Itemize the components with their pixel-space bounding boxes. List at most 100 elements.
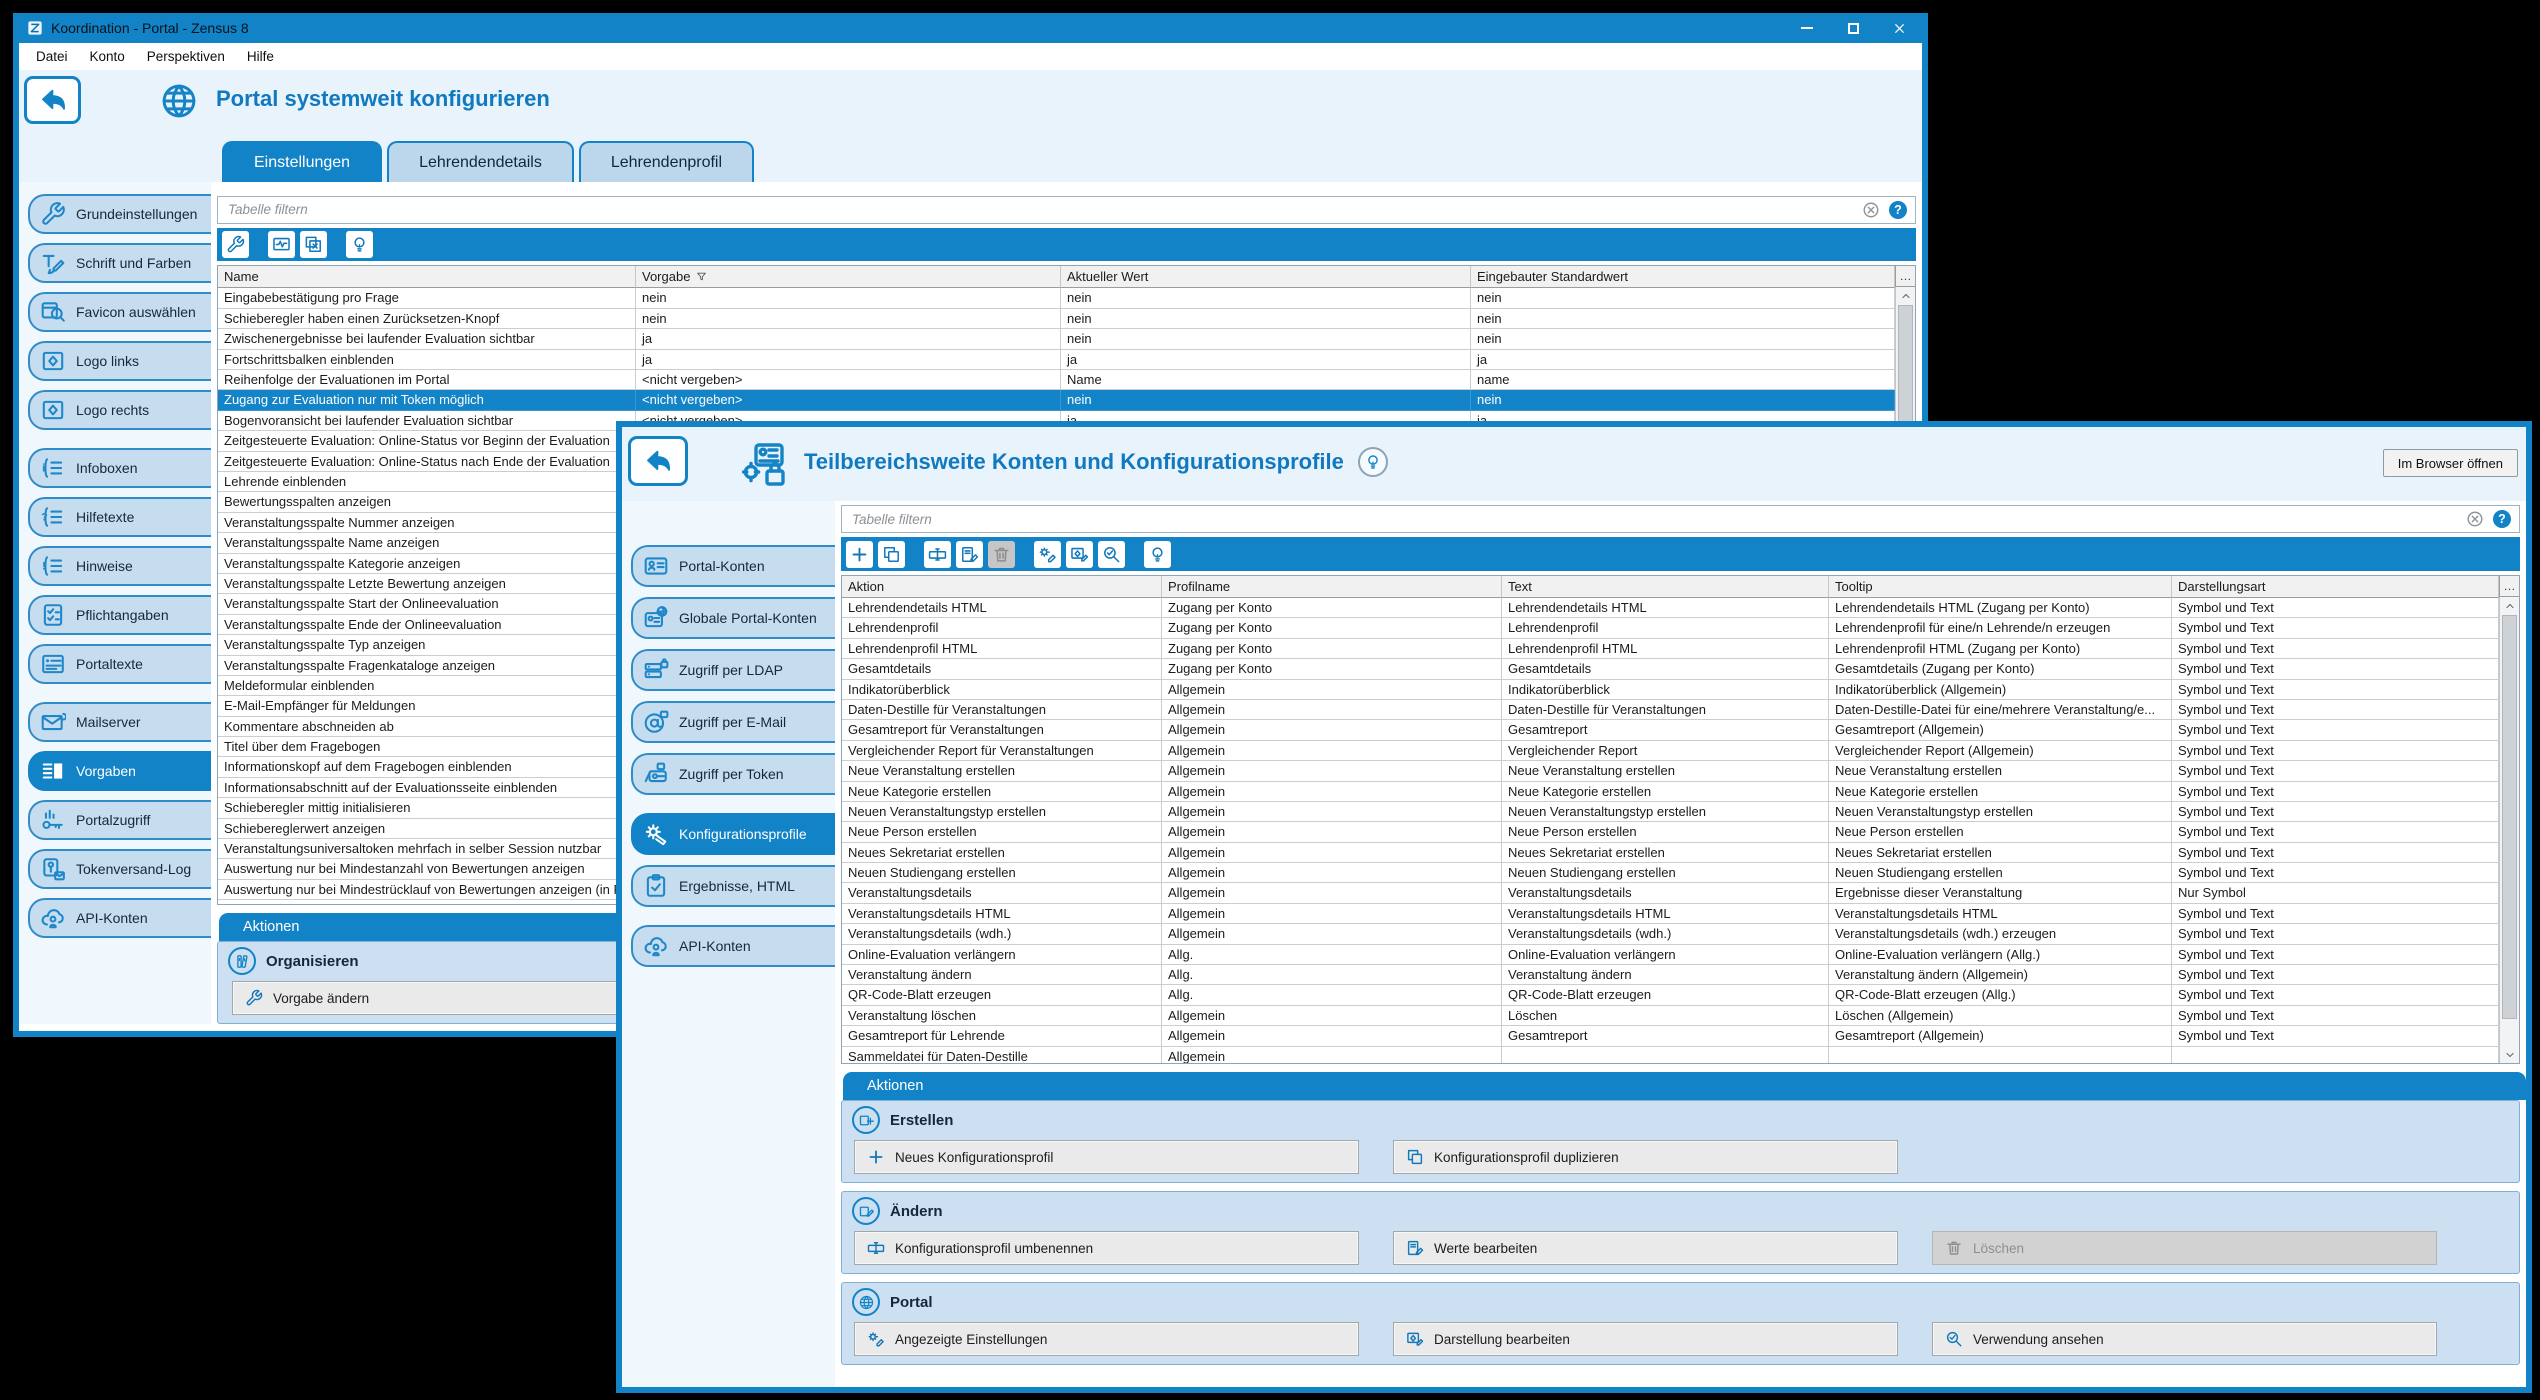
rename-configprofile-button[interactable]: Konfigurationsprofil umbenennen bbox=[854, 1231, 1359, 1265]
maximize-button[interactable] bbox=[1830, 13, 1876, 43]
column-header[interactable]: Name bbox=[218, 266, 636, 288]
help-bulb-icon[interactable] bbox=[1358, 447, 1388, 477]
table-row[interactable]: Veranstaltung ändern Allg. Veranstaltung… bbox=[842, 965, 2499, 985]
reset-values-button[interactable] bbox=[300, 231, 327, 258]
table-row[interactable]: Zwischenergebnisse bei laufender Evaluat… bbox=[218, 329, 1895, 349]
help-bulb-button[interactable] bbox=[1144, 541, 1171, 568]
table-row[interactable]: Neue Kategorie erstellen Allgemein Neue … bbox=[842, 782, 2499, 802]
sidebar-item-mailserver[interactable]: Mailserver bbox=[28, 702, 211, 742]
column-options-button[interactable]: … bbox=[1895, 266, 1915, 287]
tab[interactable]: Lehrendenprofil bbox=[579, 141, 754, 182]
menu-item[interactable]: Datei bbox=[25, 46, 79, 67]
duplicate-configprofile-button[interactable]: Konfigurationsprofil duplizieren bbox=[1393, 1140, 1898, 1174]
table-row[interactable]: Neue Person erstellen Allgemein Neue Per… bbox=[842, 822, 2499, 842]
edit-presentation-button[interactable] bbox=[1066, 541, 1093, 568]
vertical-scrollbar[interactable] bbox=[2499, 597, 2519, 1063]
column-header[interactable]: Aktueller Wert bbox=[1061, 266, 1471, 288]
new-configprofile-button[interactable]: Neues Konfigurationsprofil bbox=[854, 1140, 1359, 1174]
open-in-browser-button[interactable]: Im Browser öffnen bbox=[2383, 449, 2518, 477]
menu-item[interactable]: Konto bbox=[79, 46, 136, 67]
table-row[interactable]: Eingabebestätigung pro Frage nein nein n… bbox=[218, 288, 1895, 308]
clear-filter-icon[interactable] bbox=[1862, 201, 1880, 219]
sidebar-item-portal-konten[interactable]: Portal-Konten bbox=[631, 545, 835, 587]
sidebar-item-favicon[interactable]: Favicon auswählen bbox=[28, 292, 211, 332]
sidebar-item-infoboxen[interactable]: Infoboxen bbox=[28, 448, 211, 488]
menu-item[interactable]: Perspektiven bbox=[136, 46, 236, 67]
table-row[interactable]: Lehrendenprofil Zugang per Konto Lehrend… bbox=[842, 618, 2499, 638]
column-header[interactable]: Profilname bbox=[1162, 576, 1502, 598]
sidebar-item-logo-rechts[interactable]: Logo rechts bbox=[28, 390, 211, 430]
edit-presentation-action-button[interactable]: Darstellung bearbeiten bbox=[1393, 1322, 1898, 1356]
sidebar-item-portaltexte[interactable]: Portaltexte bbox=[28, 644, 211, 684]
table-row[interactable]: Sammeldatei für Daten-Destille Allgemein bbox=[842, 1047, 2499, 1064]
back-button[interactable] bbox=[628, 436, 688, 486]
column-header[interactable]: Aktion bbox=[842, 576, 1162, 598]
help-icon[interactable]: ? bbox=[1889, 201, 1907, 219]
table-row[interactable]: Zugang zur Evaluation nur mit Token mögl… bbox=[218, 390, 1895, 410]
sidebar-item-zugriff-email[interactable]: Zugriff per E-Mail bbox=[631, 701, 835, 743]
column-header[interactable]: Vorgabe bbox=[636, 266, 1061, 288]
table-row[interactable]: Veranstaltungsdetails HTML Allgemein Ver… bbox=[842, 904, 2499, 924]
sidebar-item-hilfetexte[interactable]: Hilfetexte bbox=[28, 497, 211, 537]
scrollbar-thumb[interactable] bbox=[2502, 615, 2517, 1019]
sidebar-item-portalzugriff[interactable]: Portalzugriff bbox=[28, 800, 211, 840]
table-row[interactable]: Veranstaltung löschen Allgemein Löschen … bbox=[842, 1006, 2499, 1026]
table-row[interactable]: QR-Code-Blatt erzeugen Allg. QR-Code-Bla… bbox=[842, 985, 2499, 1005]
table-filter-input[interactable] bbox=[226, 201, 1853, 218]
edit-values-action-button[interactable]: Werte bearbeiten bbox=[1393, 1231, 1898, 1265]
table-row[interactable]: Gesamtdetails Zugang per Konto Gesamtdet… bbox=[842, 659, 2499, 679]
scroll-up-icon[interactable] bbox=[2500, 597, 2519, 614]
tab[interactable]: Lehrendendetails bbox=[387, 141, 574, 182]
table-row[interactable]: Lehrendendetails HTML Zugang per Konto L… bbox=[842, 598, 2499, 618]
help-bulb-button[interactable] bbox=[346, 231, 373, 258]
column-options-button[interactable]: … bbox=[2499, 576, 2519, 597]
table-row[interactable]: Vergleichender Report für Veranstaltunge… bbox=[842, 741, 2499, 761]
table-row[interactable]: Gesamtreport für Lehrende Allgemein Gesa… bbox=[842, 1026, 2499, 1046]
sidebar-item-api-konten[interactable]: API-Konten bbox=[28, 898, 211, 938]
column-header[interactable]: Tooltip bbox=[1829, 576, 2172, 598]
table-row[interactable]: Gesamtreport für Veranstaltungen Allgeme… bbox=[842, 720, 2499, 740]
delete-action-button[interactable]: Löschen bbox=[1932, 1231, 2437, 1265]
sidebar-item-api-konten[interactable]: API-Konten bbox=[631, 925, 835, 967]
table-row[interactable]: Daten-Destille für Veranstaltungen Allge… bbox=[842, 700, 2499, 720]
sidebar-item-tokenversand-log[interactable]: Tokenversand-Log bbox=[28, 849, 211, 889]
scroll-down-icon[interactable] bbox=[2500, 1046, 2519, 1063]
sidebar-item-ergebnisse-html[interactable]: Ergebnisse, HTML bbox=[631, 865, 835, 907]
table-row[interactable]: Neues Sekretariat erstellen Allgemein Ne… bbox=[842, 843, 2499, 863]
column-header[interactable]: Darstellungsart bbox=[2172, 576, 2499, 598]
displayed-settings-action-button[interactable]: Angezeigte Einstellungen bbox=[854, 1322, 1359, 1356]
back-button[interactable] bbox=[24, 76, 81, 124]
table-filter-input[interactable] bbox=[850, 511, 2457, 528]
sidebar-item-schrift-und-farben[interactable]: Schrift und Farben bbox=[28, 243, 211, 283]
table-row[interactable]: Neue Veranstaltung erstellen Allgemein N… bbox=[842, 761, 2499, 781]
tab[interactable]: Einstellungen bbox=[222, 141, 382, 182]
actions-tab[interactable]: Aktionen bbox=[843, 1072, 2526, 1100]
table-row[interactable]: Veranstaltungsdetails Allgemein Veransta… bbox=[842, 883, 2499, 903]
table-row[interactable]: Neuen Studiengang erstellen Allgemein Ne… bbox=[842, 863, 2499, 883]
view-usage-action-button[interactable]: Verwendung ansehen bbox=[1932, 1322, 2437, 1356]
table-row[interactable]: Online-Evaluation verlängern Allg. Onlin… bbox=[842, 945, 2499, 965]
rename-profile-button[interactable] bbox=[924, 541, 951, 568]
help-icon[interactable]: ? bbox=[2493, 510, 2511, 528]
table-row[interactable]: Fortschrittsbalken einblenden ja ja ja bbox=[218, 350, 1895, 370]
table-row[interactable]: Schieberegler haben einen Zurücksetzen-K… bbox=[218, 309, 1895, 329]
delete-button[interactable] bbox=[988, 541, 1015, 568]
clear-filter-icon[interactable] bbox=[2466, 510, 2484, 528]
sidebar-item-globale-portal-konten[interactable]: Globale Portal-Konten bbox=[631, 597, 835, 639]
scroll-up-icon[interactable] bbox=[1896, 287, 1915, 304]
sidebar-item-vorgaben[interactable]: Vorgaben bbox=[28, 751, 211, 791]
column-header[interactable]: Text bbox=[1502, 576, 1829, 598]
view-usage-button[interactable] bbox=[1098, 541, 1125, 568]
sidebar-item-zugriff-ldap[interactable]: Zugriff per LDAP bbox=[631, 649, 835, 691]
sidebar-item-logo-links[interactable]: Logo links bbox=[28, 341, 211, 381]
edit-values-button[interactable] bbox=[956, 541, 983, 568]
new-profile-button[interactable] bbox=[846, 541, 873, 568]
sidebar-item-zugriff-token[interactable]: Zugriff per Token bbox=[631, 753, 835, 795]
table-row[interactable]: Neuen Veranstaltungstyp erstellen Allgem… bbox=[842, 802, 2499, 822]
menu-item[interactable]: Hilfe bbox=[236, 46, 285, 67]
displayed-settings-button[interactable] bbox=[1034, 541, 1061, 568]
table-row[interactable]: Lehrendenprofil HTML Zugang per Konto Le… bbox=[842, 639, 2499, 659]
current-value-button[interactable] bbox=[268, 231, 295, 258]
minimize-button[interactable] bbox=[1784, 13, 1830, 43]
sidebar-item-konfigurationsprofile[interactable]: Konfigurationsprofile bbox=[631, 813, 835, 855]
